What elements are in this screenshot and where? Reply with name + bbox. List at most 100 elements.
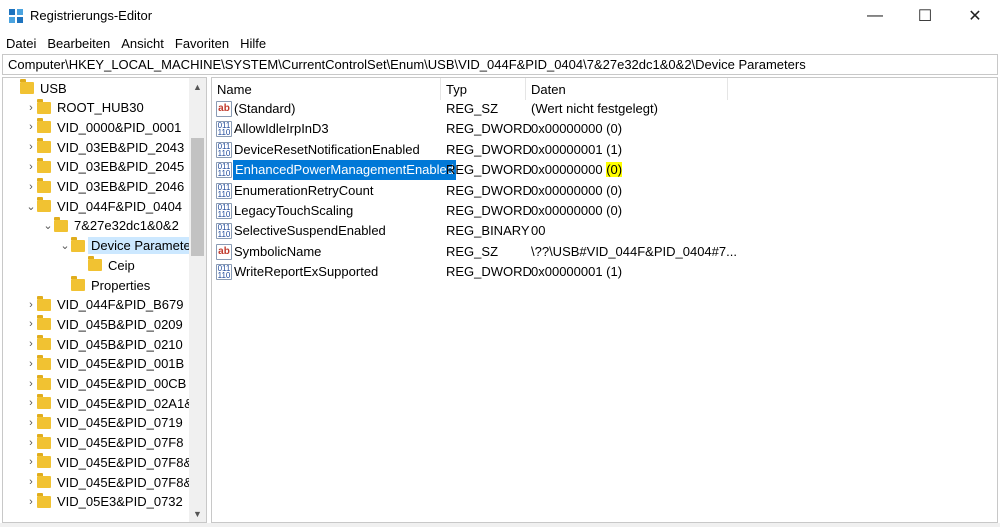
chevron-down-icon[interactable]: ⌄	[42, 219, 54, 232]
chevron-right-icon[interactable]: ›	[25, 299, 37, 311]
column-header-data[interactable]: Daten	[526, 78, 728, 100]
value-data: (Wert nicht festgelegt)	[531, 99, 658, 119]
folder-icon	[37, 473, 51, 488]
tree-item-label: VID_045E&PID_00CB	[57, 376, 187, 391]
tree-item[interactable]: › VID_0000&PID_0001	[3, 117, 188, 137]
tree-item[interactable]: › VID_05E3&PID_0732	[3, 492, 188, 512]
tree-item[interactable]: › VID_045E&PID_001B	[3, 354, 188, 374]
value-name: (Standard)	[234, 101, 296, 116]
chevron-right-icon[interactable]: ›	[25, 476, 37, 488]
tree-scrollbar[interactable]: ▲ ▼	[189, 78, 206, 522]
folder-icon	[37, 315, 51, 331]
chevron-right-icon[interactable]: ›	[25, 318, 37, 330]
chevron-right-icon[interactable]: ›	[25, 102, 37, 114]
binary-value-icon: 011 110	[216, 141, 232, 158]
value-row[interactable]: 011 110 LegacyTouchScaling REG_DWORD 0x0000…	[212, 201, 997, 221]
chevron-right-icon[interactable]: ›	[25, 358, 37, 370]
close-button[interactable]: ✕	[950, 0, 1000, 32]
value-row[interactable]: 011 110 EnumerationRetryCount REG_DWORD 0x0…	[212, 181, 997, 201]
maximize-button[interactable]: ☐	[900, 0, 950, 32]
address-bar[interactable]: Computer\HKEY_LOCAL_MACHINE\SYSTEM\Curre…	[2, 54, 998, 75]
folder-icon	[37, 138, 51, 154]
tree-item[interactable]: Properties	[3, 275, 188, 295]
tree-item[interactable]: › VID_045E&PID_07F8&MI_	[3, 452, 206, 472]
chevron-right-icon[interactable]: ›	[25, 378, 37, 390]
tree-item[interactable]: › VID_045E&PID_07F8	[3, 433, 188, 453]
tree-item[interactable]: USB	[3, 78, 188, 98]
menu-datei[interactable]: Datei	[6, 36, 36, 51]
chevron-right-icon[interactable]: ›	[25, 161, 37, 173]
value-type: REG_BINARY	[446, 223, 530, 239]
tree-item[interactable]: › VID_045E&PID_07F8&MI_	[3, 472, 206, 492]
scroll-down-icon[interactable]: ▼	[189, 505, 206, 522]
scroll-up-icon[interactable]: ▲	[189, 78, 206, 95]
menu-hilfe[interactable]: Hilfe	[240, 36, 266, 51]
value-row[interactable]: 011 110 SelectiveSuspendEnabled REG_BINARY…	[212, 221, 997, 241]
value-row[interactable]: ab SymbolicName REG_SZ \??\USB#VID_044F&PID…	[212, 242, 997, 262]
value-data-text: (Wert nicht festgelegt)	[531, 101, 658, 116]
chevron-right-icon[interactable]: ›	[25, 397, 37, 409]
tree-item[interactable]: Ceip	[3, 255, 188, 275]
tree-item-label: VID_045E&PID_07F8&MI_	[57, 454, 207, 470]
value-type: REG_DWORD	[446, 141, 532, 157]
tree-item[interactable]: › VID_044F&PID_B679	[3, 295, 188, 315]
tree-item[interactable]: › ROOT_HUB30	[3, 98, 188, 118]
value-data: 0x00000001 (1)	[531, 262, 622, 282]
tree-item-label: ROOT_HUB30	[57, 100, 144, 116]
binary-value-icon: 011 110	[216, 162, 232, 179]
tree-item[interactable]: ⌄ 7&27e32dc1&0&2	[3, 216, 188, 236]
tree-item[interactable]: › VID_03EB&PID_2043	[3, 137, 188, 157]
chevron-right-icon[interactable]: ›	[25, 141, 37, 153]
value-name: AllowIdleIrpInD3	[234, 121, 329, 137]
column-header-type[interactable]: Typ	[441, 78, 526, 100]
window-title: Registrierungs-Editor	[30, 8, 153, 23]
scroll-thumb[interactable]	[191, 138, 204, 256]
menu-favoriten[interactable]: Favoriten	[175, 36, 229, 51]
string-value-icon: ab	[216, 101, 232, 117]
chevron-right-icon[interactable]: ›	[25, 338, 37, 350]
tree-item[interactable]: › VID_045E&PID_0719	[3, 413, 188, 433]
value-row[interactable]: 011 110 WriteReportExSupported REG_DWORD 0x…	[212, 262, 997, 282]
tree-item[interactable]: ⌄ VID_044F&PID_0404	[3, 196, 188, 216]
tree-item-label: USB	[40, 80, 67, 96]
chevron-right-icon[interactable]: ›	[25, 417, 37, 429]
folder-icon	[37, 335, 51, 351]
tree-item-label: 7&27e32dc1&0&2	[74, 218, 179, 234]
value-type: REG_DWORD	[446, 182, 532, 198]
value-data-text: \??\USB#VID_044F&PID_0404#7...	[531, 243, 737, 259]
tree-item[interactable]: › VID_045E&PID_02A1&IG_	[3, 393, 206, 413]
tree-item[interactable]: › VID_03EB&PID_2045	[3, 157, 188, 177]
value-type: REG_SZ	[446, 101, 499, 116]
value-row[interactable]: 011 110 DeviceResetNotificationEnabled REG…	[212, 140, 997, 160]
folder-icon	[37, 453, 51, 469]
chevron-right-icon[interactable]: ›	[25, 437, 37, 449]
tree-item[interactable]: › VID_045B&PID_0209	[3, 314, 188, 334]
tree-item[interactable]: › VID_045E&PID_00CB	[3, 374, 188, 394]
menu-bearbeiten[interactable]: Bearbeiten	[47, 36, 110, 51]
value-type: REG_DWORD	[446, 121, 532, 137]
tree-item-label: VID_0000&PID_0001	[57, 119, 182, 135]
value-row[interactable]: 011 110 EnhancedPowerManagementEnabled REG…	[212, 160, 997, 181]
value-data-text: 0x00000000 (0)	[531, 121, 623, 137]
menu-ansicht[interactable]: Ansicht	[121, 36, 164, 51]
column-header-name[interactable]: Name	[212, 78, 441, 100]
chevron-right-icon[interactable]: ›	[25, 496, 37, 508]
value-name: EnumerationRetryCount	[234, 182, 374, 198]
tree-item[interactable]: ⌄ Device Parameters	[3, 236, 205, 256]
tree-item-label: Ceip	[108, 257, 135, 273]
folder-icon	[37, 433, 51, 449]
binary-value-icon: 011 110	[216, 264, 232, 281]
value-row[interactable]: 011 110 AllowIdleIrpInD3 REG_DWORD 0x000000…	[212, 119, 997, 139]
value-data: 00	[531, 221, 545, 241]
tree-item[interactable]: › VID_03EB&PID_2046	[3, 177, 188, 197]
folder-icon	[37, 492, 51, 508]
value-row[interactable]: ab (Standard) REG_SZ (Wert nicht festgelegt…	[212, 99, 997, 119]
tree-item[interactable]: › VID_045B&PID_0210	[3, 334, 188, 354]
chevron-down-icon[interactable]: ⌄	[59, 239, 71, 252]
minimize-button[interactable]: —	[850, 0, 900, 32]
chevron-right-icon[interactable]: ›	[25, 456, 37, 468]
tree-item-label: VID_044F&PID_0404	[57, 198, 183, 214]
chevron-right-icon[interactable]: ›	[25, 121, 37, 133]
chevron-right-icon[interactable]: ›	[25, 181, 37, 193]
chevron-down-icon[interactable]: ⌄	[25, 200, 37, 213]
